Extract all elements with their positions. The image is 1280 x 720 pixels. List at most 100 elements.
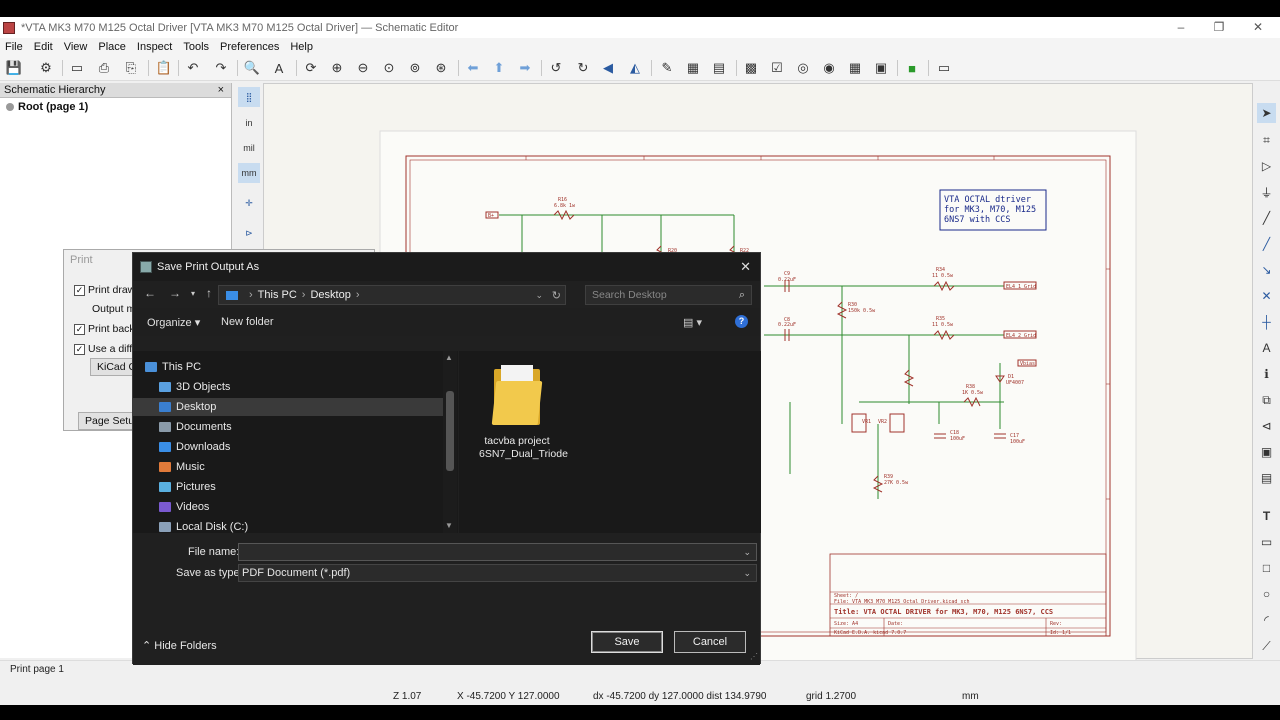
undo-icon[interactable]: ↶ [184,59,202,77]
mirror-horizontal-icon[interactable]: ◭ [626,59,644,77]
up-folder-icon[interactable]: ↑ [206,286,212,300]
resize-grip-icon[interactable]: ⋰ [750,652,758,661]
edit-fields-icon[interactable]: ◉ [820,59,838,77]
add-power-icon[interactable]: ⏚ [1257,182,1276,202]
menu-edit[interactable]: Edit [29,41,59,53]
navigation-scrollbar[interactable]: ▲ ▼ [443,351,457,533]
hide-folders-button[interactable]: ⌃ Hide Folders [142,639,217,652]
restore-icon[interactable]: ❐ [1211,20,1227,34]
close-dialog-icon[interactable]: ✕ [740,259,751,275]
rotate-ccw-icon[interactable]: ↺ [547,59,565,77]
add-global-label-icon[interactable]: ⧉ [1257,390,1276,410]
refresh-icon[interactable]: ⟳ [302,59,320,77]
address-dropdown-icon[interactable]: ⌄ [535,290,543,301]
redo-icon[interactable]: ↷ [212,59,230,77]
units-inches-button[interactable]: in [238,113,260,133]
zoom-objects-icon[interactable]: ⊚ [406,59,424,77]
mirror-vertical-icon[interactable]: ◀ [599,59,617,77]
no-connect-icon[interactable]: ✕ [1257,286,1276,306]
nav-pictures[interactable]: Pictures [159,478,444,496]
breadcrumb-desktop[interactable]: Desktop [310,289,350,301]
back-icon[interactable]: ← [144,286,156,300]
recent-locations-icon[interactable]: ▾ [191,289,195,298]
symbol-editor-icon[interactable]: ✎ [658,59,676,77]
units-mm-button[interactable]: mm [238,163,260,183]
nav-desktop[interactable]: Desktop [133,398,443,416]
nav-downloads[interactable]: Downloads [159,438,444,456]
file-name-input[interactable]: ⌄ [238,543,757,561]
add-bus-entry-icon[interactable]: ↘ [1257,260,1276,280]
add-hier-label-icon[interactable]: ⊲ [1257,416,1276,436]
help-icon[interactable]: ? [735,315,748,328]
add-lines-icon[interactable]: ⟋ [1257,636,1276,656]
add-net-class-icon[interactable]: ℹ [1257,364,1276,384]
zoom-fit-icon[interactable]: ⊙ [380,59,398,77]
refresh-address-icon[interactable]: ↻ [552,289,561,302]
zoom-selection-icon[interactable]: ⊛ [432,59,450,77]
rotate-cw-icon[interactable]: ↻ [574,59,592,77]
menu-file[interactable]: File [0,41,29,53]
scroll-up-icon[interactable]: ▲ [445,353,453,362]
back-arrow-icon[interactable]: ⬅ [464,59,482,77]
footprint-assign-icon[interactable]: ▤ [710,59,728,77]
simulator-icon[interactable]: ◎ [794,59,812,77]
zoom-in-icon[interactable]: ⊕ [328,59,346,77]
close-hierarchy-icon[interactable]: × [218,84,224,96]
address-box[interactable]: › This PC › Desktop › ⌄ ↻ [218,285,566,305]
save-button[interactable]: Save [591,631,663,653]
save-icon[interactable]: 💾 [5,59,23,77]
plot-icon[interactable]: ⎘ [122,59,140,77]
annotate-icon[interactable]: ▩ [742,59,760,77]
folder-item[interactable]: tacvba project 6SN7_Dual_Triode [479,363,568,461]
search-input[interactable]: Search Desktop ⌕ [585,285,752,305]
add-label-icon[interactable]: A [1257,338,1276,358]
pcb-editor-icon[interactable]: ■ [903,59,921,77]
zoom-out-icon[interactable]: ⊖ [354,59,372,77]
pin-icon[interactable]: ⊳ [238,223,260,243]
nav-documents[interactable]: Documents [159,418,444,436]
units-mils-button[interactable]: mil [238,138,260,158]
scroll-down-icon[interactable]: ▼ [445,521,453,530]
add-rectangle-icon[interactable]: □ [1257,558,1276,578]
view-options-icon[interactable]: ▤ ▾ [683,316,702,329]
select-arrow-icon[interactable]: ➤ [1257,103,1276,123]
nav-this-pc[interactable]: This PC [145,358,430,376]
add-sheet-icon[interactable]: ▣ [1257,442,1276,462]
junction-icon[interactable]: ┼ [1257,312,1276,332]
scripting-console-icon[interactable]: ▭ [935,59,953,77]
find-replace-icon[interactable]: A [270,59,288,77]
add-circle-icon[interactable]: ○ [1257,584,1276,604]
save-type-select[interactable]: PDF Document (*.pdf) ⌄ [238,564,757,582]
add-textbox-icon[interactable]: ▭ [1257,532,1276,552]
save-type-dropdown-icon[interactable]: ⌄ [743,568,751,579]
grid-toggle-icon[interactable]: ⣿ [238,87,260,107]
minimize-icon[interactable]: – [1173,20,1189,34]
hierarchy-root-item[interactable]: Root (page 1) [6,101,231,113]
scroll-thumb[interactable] [446,391,454,471]
print-icon[interactable]: ⎙ [95,59,113,77]
cancel-button[interactable]: Cancel [674,631,746,653]
menu-place[interactable]: Place [93,41,132,53]
file-name-dropdown-icon[interactable]: ⌄ [743,547,751,558]
add-symbol-icon[interactable]: ▷ [1257,156,1276,176]
cursor-crosshair-icon[interactable]: ✛ [238,193,260,213]
menu-inspect[interactable]: Inspect [132,41,178,53]
page-settings-icon[interactable]: ▭ [68,59,86,77]
import-sheet-pin-icon[interactable]: ▤ [1257,468,1276,488]
forward-arrow-icon[interactable]: ➡ [516,59,534,77]
add-text-icon[interactable]: T [1257,506,1276,526]
paste-icon[interactable]: 📋 [155,59,173,77]
breadcrumb-this-pc[interactable]: This PC [258,289,297,301]
close-window-icon[interactable]: ✕ [1250,20,1266,34]
menu-view[interactable]: View [59,41,94,53]
new-folder-button[interactable]: New folder [221,316,274,328]
nav-videos[interactable]: Videos [159,498,444,516]
schematic-setup-icon[interactable]: ⚙ [37,59,55,77]
netlist-icon[interactable]: ▣ [872,59,890,77]
highlight-net-icon[interactable]: ⌗ [1257,130,1276,150]
menu-help[interactable]: Help [285,41,319,53]
organize-button[interactable]: Organize ▾ [147,316,200,329]
add-bus-icon[interactable]: ╱ [1257,234,1276,254]
nav-3d-objects[interactable]: 3D Objects [159,378,444,396]
nav-local-disk[interactable]: Local Disk (C:) [159,518,444,533]
